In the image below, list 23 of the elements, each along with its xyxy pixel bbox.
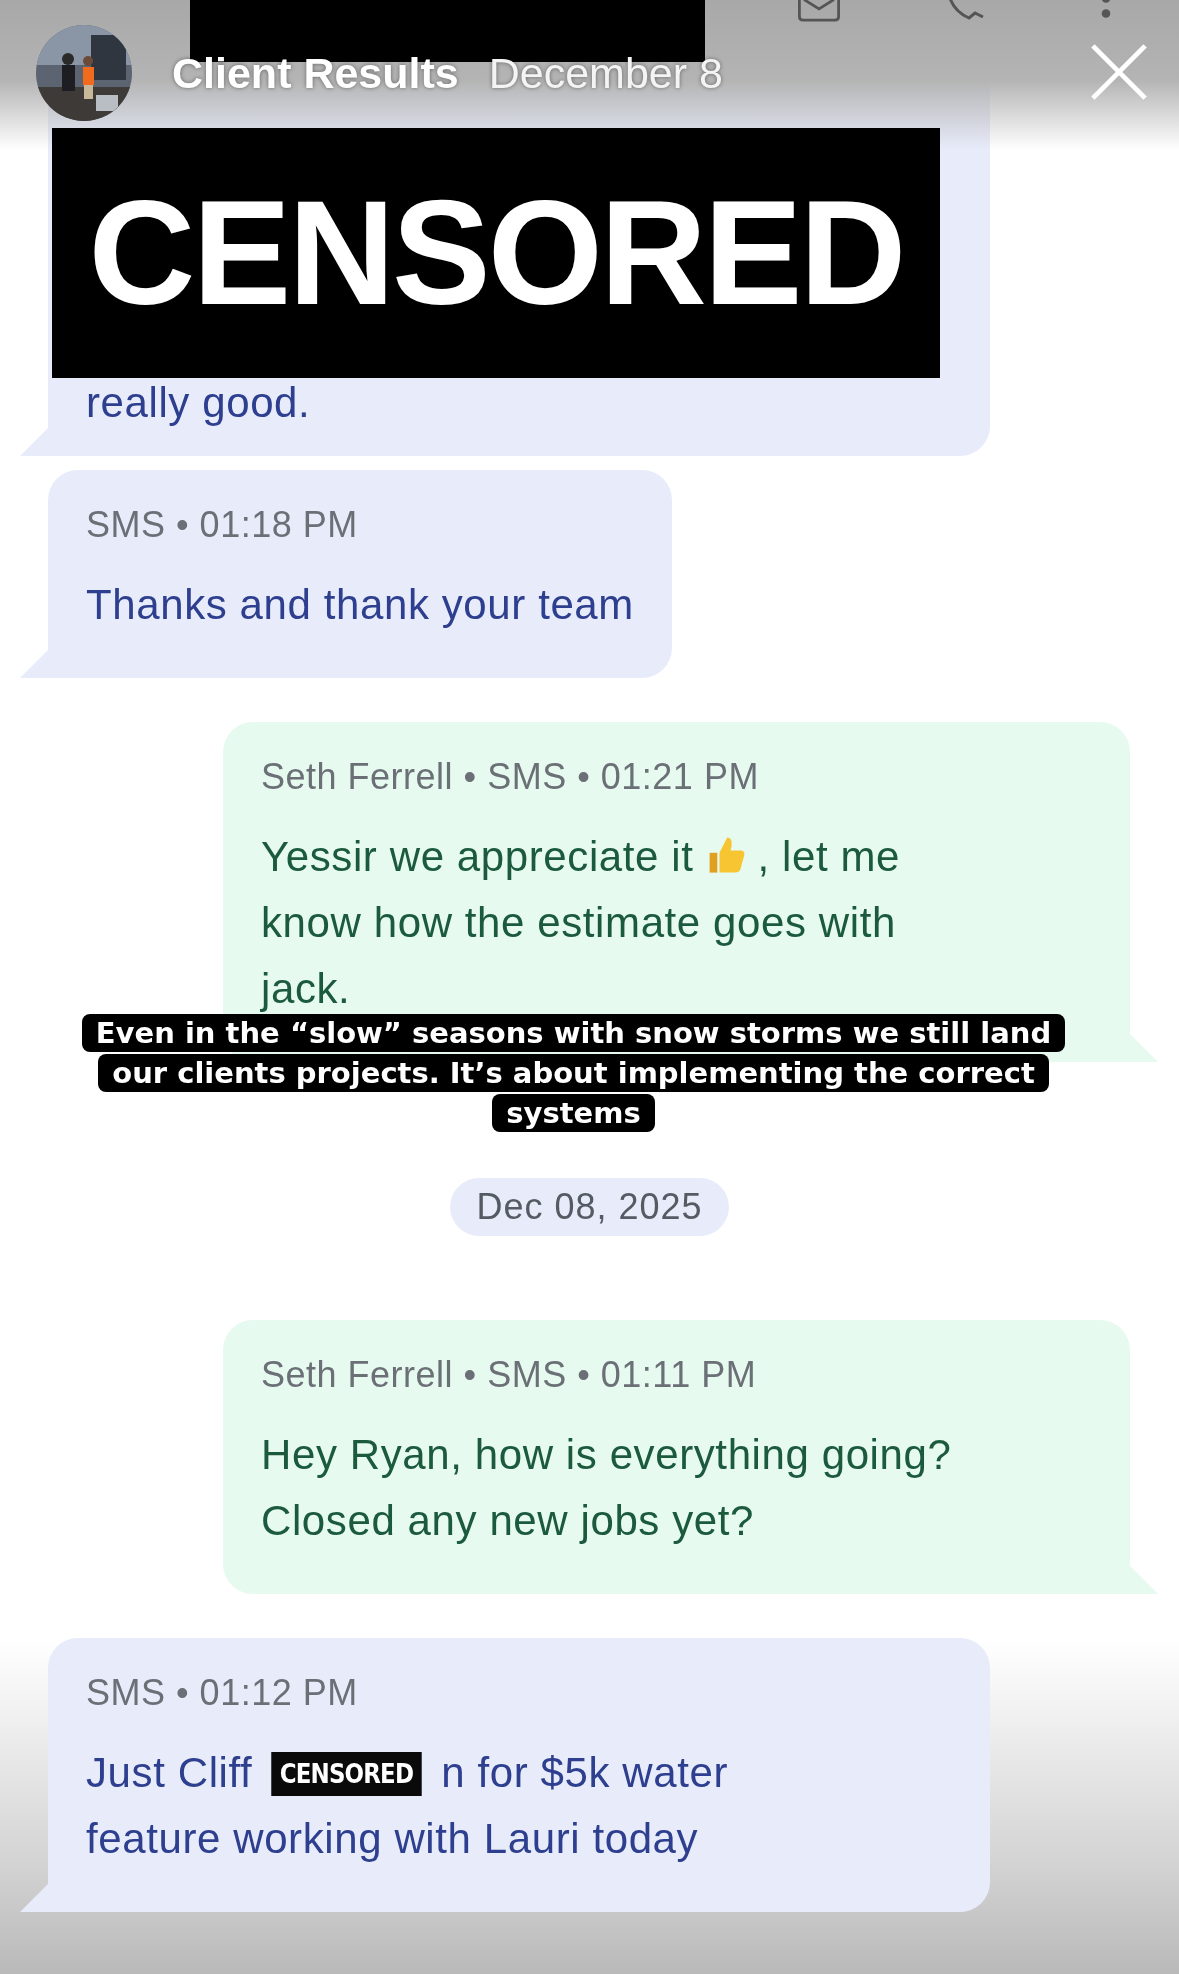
- story-date: December 8: [488, 48, 723, 98]
- message-text: , let me: [757, 833, 900, 880]
- message-text: Just Cliff: [86, 1749, 253, 1796]
- message-meta: SMS • 01:18 PM: [86, 504, 359, 546]
- message-text: Hey Ryan, how is everything going?: [261, 1431, 952, 1478]
- close-icon[interactable]: [1090, 43, 1148, 101]
- censored-sticker: CENSORED: [271, 1752, 422, 1796]
- message-meta: SMS • 01:12 PM: [86, 1672, 359, 1714]
- message-text: really good.: [86, 379, 311, 426]
- message-text: Yessir we appreciate it: [261, 833, 694, 880]
- message-meta: Seth Ferrell • SMS • 01:21 PM: [261, 756, 760, 798]
- message-text: feature working with Lauri today: [86, 1815, 699, 1862]
- message-text: Thanks and thank your team: [86, 581, 634, 628]
- more-icon[interactable]: [1100, 0, 1112, 20]
- message-meta: Seth Ferrell • SMS • 01:11 PM: [261, 1354, 758, 1396]
- mail-icon[interactable]: [795, 0, 843, 22]
- message-text: Closed any new jobs yet?: [261, 1497, 754, 1544]
- message-text: know how the estimate goes with: [261, 899, 896, 946]
- date-divider: Dec 08, 2025: [450, 1178, 729, 1236]
- story-title: Client Results: [172, 48, 459, 98]
- message-text: jack.: [261, 965, 351, 1012]
- censored-sticker: CENSORED: [52, 128, 940, 378]
- message-text: n for $5k water: [441, 1749, 728, 1796]
